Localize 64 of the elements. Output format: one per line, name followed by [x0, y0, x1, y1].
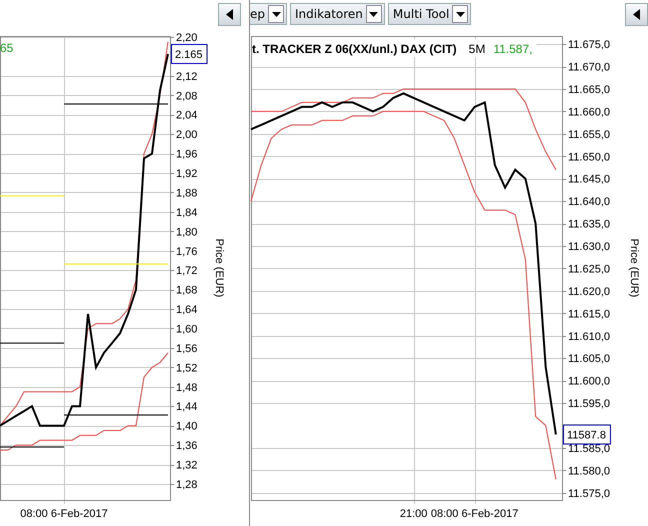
axis-label: 11.615,0	[568, 308, 610, 320]
axis-label: 1,96	[176, 148, 198, 161]
axis-label: 2,20	[176, 32, 198, 44]
axis-label: 1,76	[176, 246, 198, 258]
axis-label: 2,00	[176, 129, 198, 142]
interval-label: 5M	[468, 42, 486, 56]
axis-label: 11.660,0	[568, 106, 610, 118]
axis-label: 1,92	[176, 168, 198, 180]
axis-label: 1,84	[176, 206, 198, 219]
axis-label: 11.645,0	[568, 174, 610, 186]
axis-label: 1,64	[176, 304, 198, 316]
axis-label: 1,52	[176, 362, 198, 374]
toolbar-dropdown[interactable]: Multi Tool	[388, 3, 472, 25]
axis-label: 1,40	[176, 420, 198, 433]
axis-label: 11.575,0	[568, 488, 610, 500]
axis-label: 1,60	[176, 324, 198, 336]
axis-label: 11.675,0	[568, 39, 610, 52]
triangle-left-icon	[633, 9, 640, 20]
axis-label: 11.670,0	[568, 62, 610, 74]
axis-label: 1,48	[176, 382, 198, 394]
axis-label: 11.655,0	[568, 128, 610, 141]
toolbar-dropdown[interactable]: ep	[250, 3, 287, 25]
axis-label: 11.585,0	[568, 442, 610, 455]
axis-title: Price (EUR)	[628, 238, 640, 298]
axis-label: 11.605,0	[568, 353, 610, 366]
axis-label: 1,36	[176, 440, 198, 452]
axis-label: 11.595,0	[568, 398, 610, 410]
axis-label: 11.630,0	[568, 241, 610, 253]
axis-label: 11.620,0	[568, 286, 610, 298]
axis-title: Price (EUR)	[213, 238, 225, 298]
scroll-left-button[interactable]	[625, 3, 648, 26]
axis-label: 1,32	[176, 460, 198, 472]
last-price-label: 11587.8	[563, 424, 611, 444]
axis-label: 1,68	[176, 284, 198, 297]
axis-label: 21:00	[400, 508, 428, 520]
axis-label: 11.600,0	[568, 376, 610, 388]
axis-label: 11.580,0	[568, 465, 610, 478]
toolbar-dropdown[interactable]: Indikatoren	[290, 3, 385, 25]
axis-label: 1,88	[176, 187, 198, 200]
axis-label: 08:00 6-Feb-2017	[430, 508, 518, 520]
chart-title: t. TRACKER Z 06(XX/unl.) DAX (CIT)	[252, 42, 457, 56]
axis-label: 11.650,0	[568, 151, 610, 164]
axis-label: 1,28	[176, 478, 198, 491]
axis-label: 2,12	[176, 70, 198, 83]
caret-down-icon	[272, 12, 280, 16]
axis-label: 11.625,0	[568, 263, 610, 276]
axis-label: 1,56	[176, 342, 198, 355]
axis-label: 08:00 6-Feb-2017	[20, 508, 108, 520]
axis-label: 2,04	[176, 110, 198, 122]
axis-label: 11.640,0	[568, 196, 610, 208]
triangle-left-icon	[226, 9, 233, 20]
axis-label: 1,44	[176, 401, 198, 414]
price-value: 65	[0, 41, 14, 55]
axis-label: 1,80	[176, 226, 198, 238]
axis-label: 2,08	[176, 90, 198, 102]
axis-label: 11.635,0	[568, 218, 610, 231]
axis-label: 11.665,0	[568, 84, 610, 96]
axis-label: 1,72	[176, 265, 198, 278]
price-value: 11.587,	[493, 42, 532, 56]
caret-down-icon	[369, 12, 378, 16]
last-price-label: 2.165	[171, 44, 208, 64]
scroll-left-button[interactable]	[218, 3, 241, 26]
axis-label: 11.610,0	[568, 330, 610, 343]
caret-down-icon	[456, 12, 465, 16]
